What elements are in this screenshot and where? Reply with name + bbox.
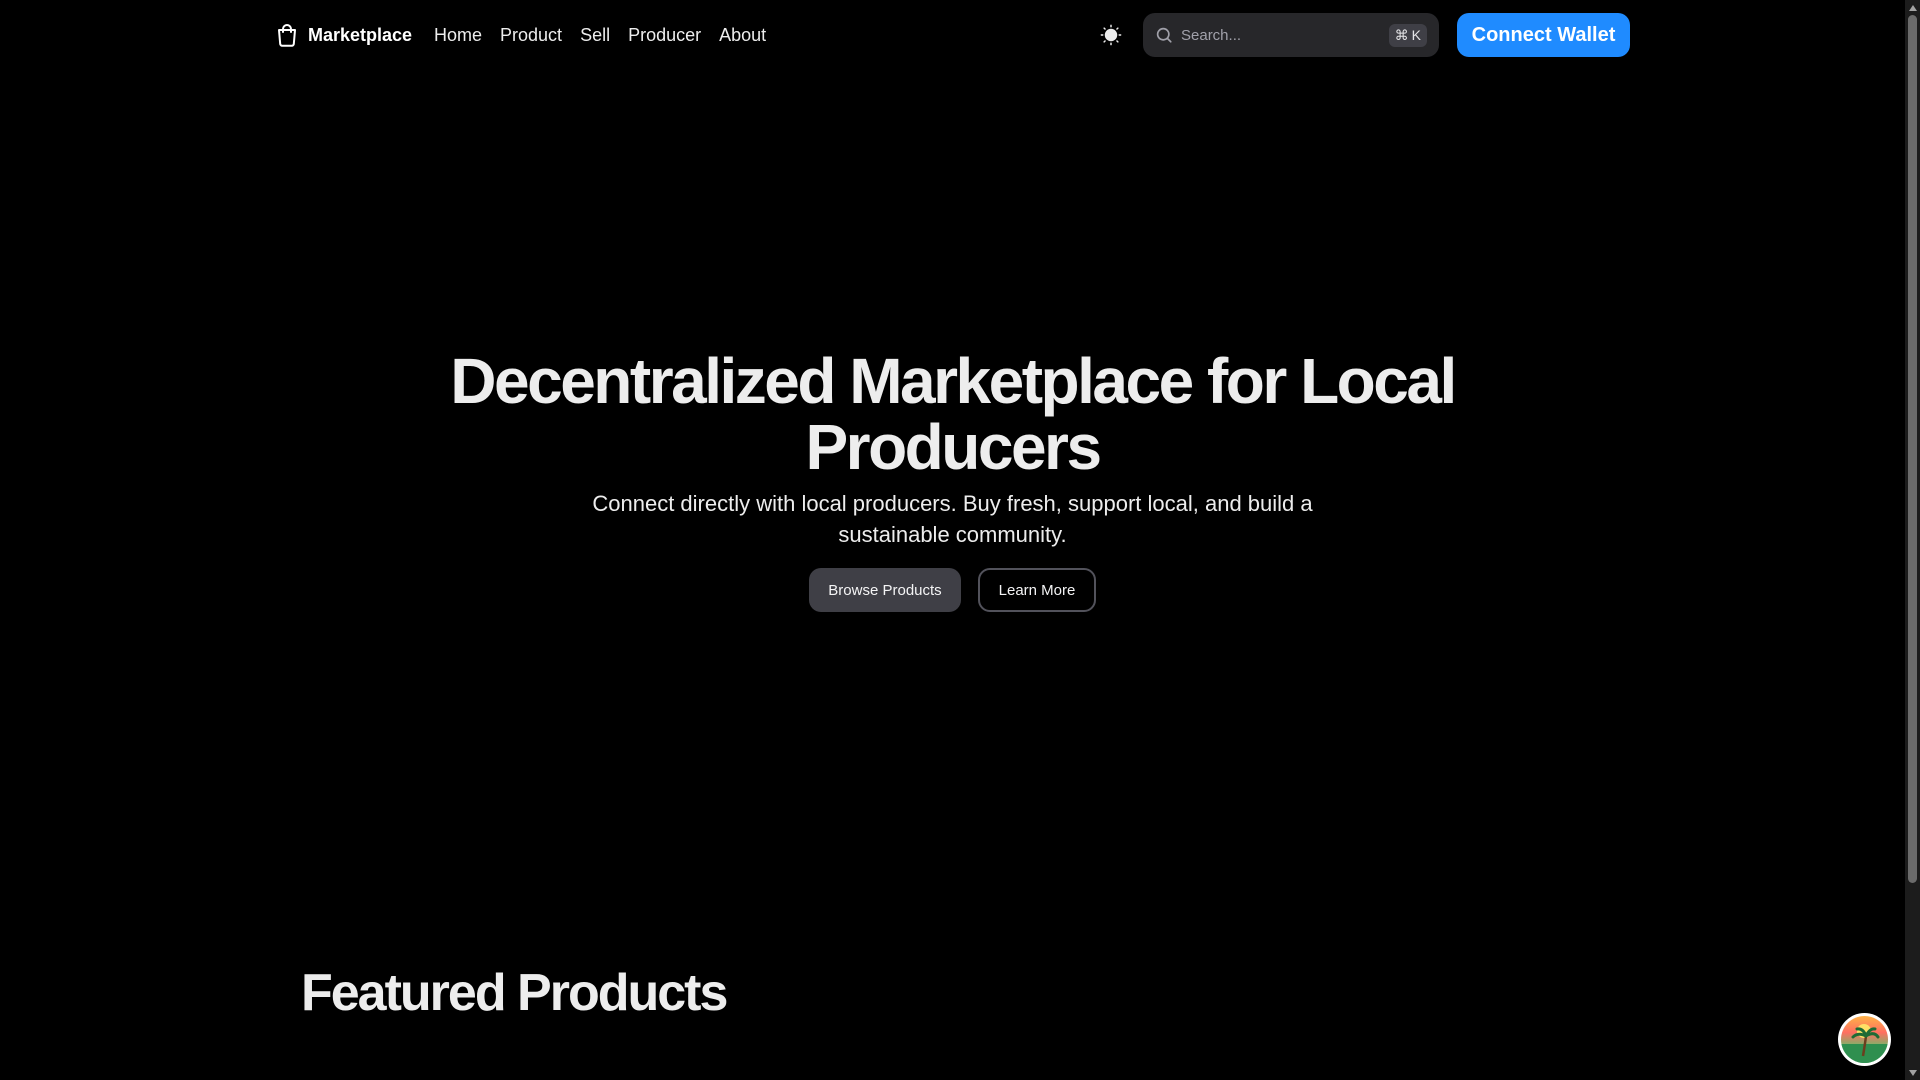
search-box[interactable]: ⌘ K: [1143, 13, 1439, 57]
nav-link-home[interactable]: Home: [434, 25, 482, 46]
palm-tree-sunset-icon: [1841, 1016, 1888, 1063]
nav-link-product[interactable]: Product: [500, 25, 562, 46]
search-icon: [1155, 26, 1173, 44]
command-key-icon: ⌘: [1394, 26, 1409, 43]
hero-subtitle: Connect directly with local producers. B…: [592, 491, 1313, 547]
connect-wallet-button[interactable]: Connect Wallet: [1457, 13, 1630, 57]
learn-more-button[interactable]: Learn More: [978, 568, 1096, 612]
nav-link-about[interactable]: About: [719, 25, 766, 46]
scroll-thumb[interactable]: [1908, 15, 1917, 883]
vertical-scrollbar[interactable]: [1905, 0, 1920, 1080]
navbar: Marketplace Home Product Sell Producer A…: [0, 0, 1905, 70]
brand-link[interactable]: Marketplace: [276, 20, 412, 50]
scroll-down-arrow-icon[interactable]: [1905, 1065, 1920, 1080]
browse-products-button[interactable]: Browse Products: [809, 568, 961, 612]
hero-actions: Browse Products Learn More: [0, 568, 1905, 612]
shopping-bag-icon: [276, 23, 300, 47]
search-shortcut-badge: ⌘ K: [1388, 23, 1427, 47]
nav-link-producer[interactable]: Producer: [628, 25, 701, 46]
featured-products-heading: Featured Products: [301, 964, 728, 1022]
floating-avatar-button[interactable]: [1838, 1013, 1891, 1066]
brand-name: Marketplace: [308, 24, 413, 45]
main-nav: Home Product Sell Producer About: [434, 20, 766, 50]
hero-title: Decentralized Marketplace for Local Prod…: [450, 345, 1457, 483]
hero-section: Decentralized Marketplace for Local Prod…: [0, 348, 1905, 612]
shortcut-key: K: [1411, 27, 1421, 43]
scroll-up-arrow-icon[interactable]: [1905, 0, 1920, 15]
theme-toggle-button[interactable]: [1099, 23, 1123, 47]
search-input[interactable]: [1181, 26, 1389, 44]
page: Marketplace Home Product Sell Producer A…: [0, 0, 1905, 1080]
nav-link-sell[interactable]: Sell: [580, 25, 610, 46]
sun-icon: [1100, 24, 1122, 46]
